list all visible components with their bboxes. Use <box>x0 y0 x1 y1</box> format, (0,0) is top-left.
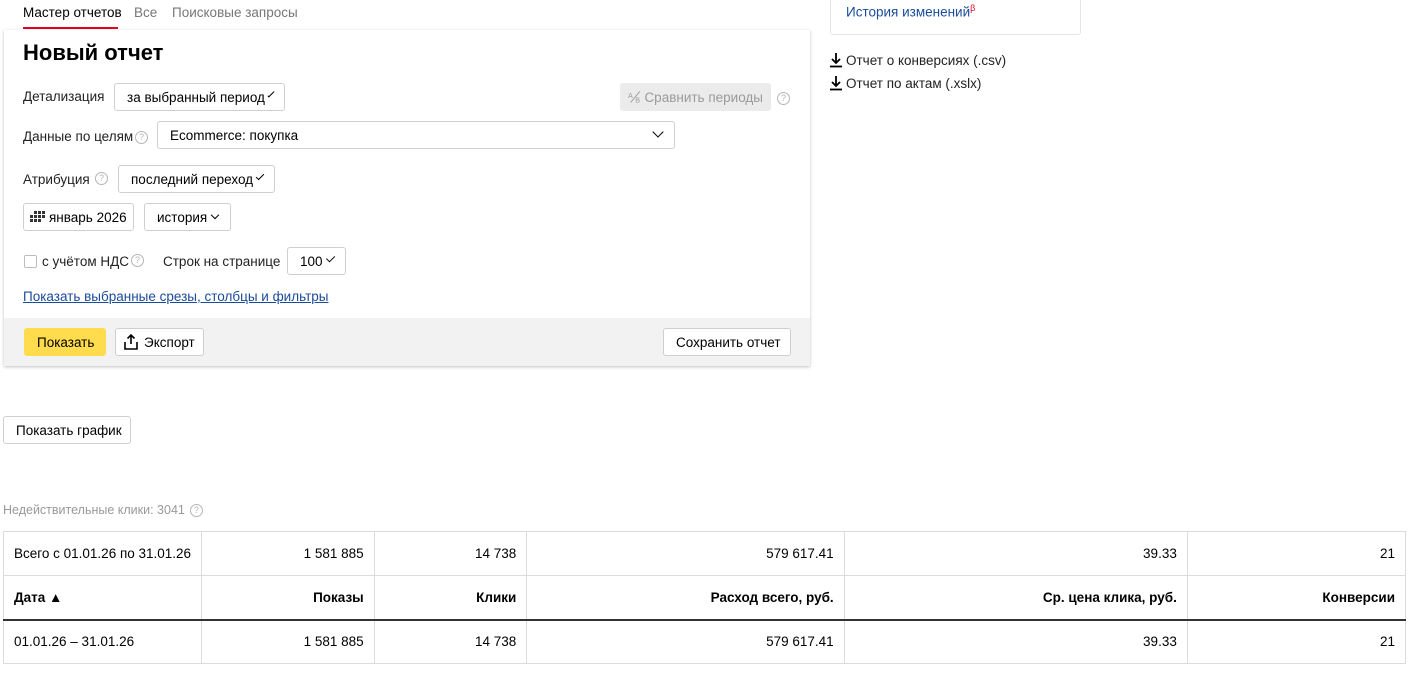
vat-checkbox[interactable] <box>24 255 37 268</box>
column-header-cpc[interactable]: Ср. цена клика, руб. <box>843 575 1188 621</box>
save-report-button[interactable]: Сохранить отчет <box>663 328 791 356</box>
invalid-clicks-text: Недействительные клики: 3041 <box>3 503 185 517</box>
chevron-down-icon <box>652 126 664 138</box>
goals-select[interactable]: Ecommerce: покупка <box>157 121 675 149</box>
table-cell: 14 738 <box>373 619 528 664</box>
tab-search-queries[interactable]: Поисковые запросы <box>172 5 298 20</box>
table-cell: 14 738 <box>373 531 528 576</box>
chevron-down-icon <box>210 210 220 220</box>
invalid-clicks: Недействительные клики: 3041 ? <box>3 503 203 517</box>
panel-footer: Показать Экспорт Сохранить отчет <box>4 318 810 366</box>
detail-label: Детализация <box>23 89 105 104</box>
beta-badge: β <box>970 3 976 13</box>
history-box: История измененийβ <box>830 0 1081 35</box>
svg-text:A: A <box>628 91 633 100</box>
svg-text:B: B <box>635 95 640 104</box>
table-total-row: Всего с 01.01.26 по 31.01.26 1 581 885 1… <box>2 531 1407 576</box>
chevron-down-icon <box>325 253 336 263</box>
table-cell: Всего с 01.01.26 по 31.01.26 <box>2 531 203 576</box>
period-picker-button[interactable]: январь 2026 <box>23 203 134 231</box>
attribution-select-value: последний переход <box>131 171 254 187</box>
detail-select-value: за выбранный период <box>127 89 265 105</box>
rows-per-page-label: Строк на странице <box>163 254 281 269</box>
active-tab-indicator <box>23 27 118 29</box>
goals-select-value: Ecommerce: покупка <box>170 127 299 143</box>
download-icon <box>830 76 842 91</box>
download-icon <box>830 53 842 68</box>
download-conversions-link[interactable]: Отчет о конверсиях (.csv) <box>830 52 1006 68</box>
help-icon[interactable]: ? <box>777 92 790 105</box>
help-icon[interactable]: ? <box>95 172 108 185</box>
attribution-label: Атрибуция <box>23 172 90 187</box>
column-header-clicks[interactable]: Клики <box>373 575 528 621</box>
table-cell: 39.33 <box>843 619 1188 664</box>
chevron-down-icon <box>255 171 265 181</box>
column-header-impressions[interactable]: Показы <box>201 575 375 621</box>
report-title: Новый отчет <box>23 40 164 65</box>
table-cell: 39.33 <box>843 531 1188 576</box>
history-select-value: история <box>157 209 208 225</box>
detail-select[interactable]: за выбранный период <box>114 83 285 111</box>
help-icon[interactable]: ? <box>131 254 144 267</box>
table-cell: 1 581 885 <box>201 619 375 664</box>
period-value: январь 2026 <box>49 209 127 225</box>
save-report-label: Сохранить отчет <box>676 334 781 350</box>
report-wizard-panel: Новый отчет Детализация за выбранный пер… <box>4 30 810 366</box>
compare-periods-label: Сравнить периоды <box>644 89 763 105</box>
help-icon[interactable]: ? <box>135 131 148 144</box>
column-header-spend[interactable]: Расход всего, руб. <box>526 575 845 621</box>
stats-table: Всего с 01.01.26 по 31.01.26 1 581 885 1… <box>2 531 1407 664</box>
export-button[interactable]: Экспорт <box>115 328 204 356</box>
download-acts-link[interactable]: Отчет по актам (.xslx) <box>830 75 981 91</box>
download-acts-label: Отчет по актам (.xslx) <box>846 75 982 91</box>
export-icon <box>124 334 138 350</box>
export-button-label: Экспорт <box>144 334 195 350</box>
history-link[interactable]: История измененийβ <box>846 3 975 20</box>
compare-periods-button[interactable]: A B Сравнить периоды <box>620 83 771 111</box>
show-chart-label: Показать график <box>16 422 122 438</box>
tab-all[interactable]: Все <box>134 5 157 20</box>
calendar-icon <box>30 211 45 222</box>
help-icon[interactable]: ? <box>189 503 203 517</box>
table-row: 01.01.26 – 31.01.26 1 581 885 14 738 579… <box>2 619 1407 664</box>
download-conversions-label: Отчет о конверсиях (.csv) <box>846 52 1007 68</box>
rows-per-page-select[interactable]: 100 <box>287 247 346 275</box>
compare-icon: A B <box>628 91 640 104</box>
show-button[interactable]: Показать <box>24 328 106 356</box>
table-cell: 21 <box>1186 531 1407 576</box>
table-cell: 579 617.41 <box>526 531 845 576</box>
tab-report-wizard[interactable]: Мастер отчетов <box>23 5 122 20</box>
show-chart-button[interactable]: Показать график <box>3 416 131 444</box>
history-select[interactable]: история <box>144 203 231 231</box>
table-header-row: Дата ▲ Показы Клики Расход всего, руб. С… <box>2 575 1407 621</box>
goals-label: Данные по целям <box>23 129 134 144</box>
column-header-date[interactable]: Дата ▲ <box>2 575 203 621</box>
history-link-label: История изменений <box>846 4 971 20</box>
table-cell: 01.01.26 – 31.01.26 <box>2 619 203 664</box>
show-filters-link[interactable]: Показать выбранные срезы, столбцы и филь… <box>23 289 328 304</box>
show-button-label: Показать <box>37 334 95 350</box>
chevron-down-icon <box>267 90 275 98</box>
attribution-select[interactable]: последний переход <box>118 165 275 193</box>
table-cell: 1 581 885 <box>201 531 375 576</box>
rows-per-page-value: 100 <box>300 253 323 269</box>
vat-label: с учётом НДС <box>42 254 130 269</box>
column-header-conversions[interactable]: Конверсии <box>1186 575 1407 621</box>
table-cell: 21 <box>1186 619 1407 664</box>
table-cell: 579 617.41 <box>526 619 845 664</box>
